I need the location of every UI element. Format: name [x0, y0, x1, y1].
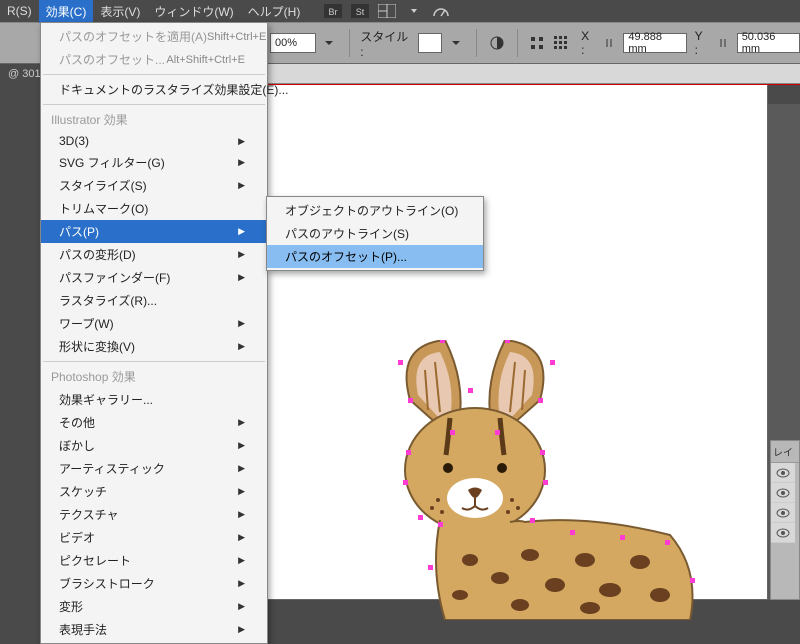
path-submenu: オブジェクトのアウトライン(O)パスのアウトライン(S)パスのオフセット(P).… — [266, 196, 484, 271]
menu-raster-settings[interactable]: ドキュメントのラスタライズ効果設定(E)... — [41, 78, 267, 101]
menu-window[interactable]: ウィンドウ(W) — [147, 0, 240, 23]
menu-item[interactable]: パスの変形(D)▶ — [41, 243, 267, 266]
style-field[interactable] — [418, 33, 442, 53]
visibility-icon[interactable] — [771, 503, 795, 523]
submenu-item[interactable]: パスのオフセット(P)... — [267, 245, 483, 268]
align-icon[interactable] — [528, 33, 548, 53]
menu-item[interactable]: その他▶ — [41, 411, 267, 434]
menu-item[interactable]: 3D(3)▶ — [41, 131, 267, 151]
menu-header-ai: Illustrator 効果 — [41, 108, 267, 131]
menu-item[interactable]: テクスチャ▶ — [41, 503, 267, 526]
menu-effect[interactable]: 効果(C) — [39, 0, 94, 23]
effect-menu: パスのオフセットを適用(A)Shift+Ctrl+E パスのオフセット...Al… — [40, 22, 268, 644]
menubar: R(S) 効果(C) 表示(V) ウィンドウ(W) ヘルプ(H) Br St — [0, 0, 800, 22]
dropdown-icon[interactable] — [403, 2, 425, 20]
menu-item[interactable]: アーティスティック▶ — [41, 457, 267, 480]
layers-panel[interactable]: レイ — [770, 440, 800, 600]
menu-item[interactable]: ビデオ▶ — [41, 526, 267, 549]
menu-item[interactable]: パス(P)▶ — [41, 220, 267, 243]
submenu-item[interactable]: パスのアウトライン(S) — [267, 222, 483, 245]
zoom-dropdown-icon[interactable] — [320, 33, 340, 53]
menu-item[interactable]: トリムマーク(O) — [41, 197, 267, 220]
y-field[interactable]: 50.036 mm — [737, 33, 800, 53]
menu-item[interactable]: 効果ギャラリー... — [41, 388, 267, 411]
menu-item[interactable]: ぼかし▶ — [41, 434, 267, 457]
menu-help[interactable]: ヘルプ(H) — [241, 0, 308, 23]
svg-text:St: St — [356, 7, 365, 17]
style-dropdown-icon[interactable] — [446, 33, 466, 53]
submenu-item[interactable]: オブジェクトのアウトライン(O) — [267, 199, 483, 222]
x-label: X : — [581, 29, 595, 57]
menu-apply-offset: パスのオフセットを適用(A)Shift+Ctrl+E — [41, 25, 267, 48]
menu-select[interactable]: R(S) — [0, 1, 39, 21]
grid-icon[interactable] — [551, 33, 571, 53]
menu-item[interactable]: 表現手法▶ — [41, 618, 267, 641]
menu-item[interactable]: スケッチ▶ — [41, 480, 267, 503]
layers-tab[interactable]: レイ — [771, 441, 799, 463]
menu-item[interactable]: SVG フィルター(G)▶ — [41, 151, 267, 174]
menu-item[interactable]: ワープ(W)▶ — [41, 312, 267, 335]
x-link-icon[interactable] — [600, 33, 620, 53]
y-label: Y : — [695, 29, 709, 57]
menu-item[interactable]: ピクセレート▶ — [41, 549, 267, 572]
gauge-icon[interactable] — [430, 2, 452, 20]
menu-offset: パスのオフセット...Alt+Shift+Ctrl+E — [41, 48, 267, 71]
menu-item[interactable]: 変形▶ — [41, 595, 267, 618]
menu-view[interactable]: 表示(V) — [93, 0, 147, 23]
br-icon[interactable]: Br — [322, 2, 344, 20]
x-field[interactable]: 49.888 mm — [623, 33, 686, 53]
selected-artwork[interactable] — [390, 340, 730, 620]
style-label: スタイル : — [360, 28, 414, 59]
layout-icon[interactable] — [376, 2, 398, 20]
menu-item[interactable]: ブラシストローク▶ — [41, 572, 267, 595]
menu-item[interactable]: 形状に変換(V)▶ — [41, 335, 267, 358]
y-link-icon[interactable] — [713, 33, 733, 53]
menu-item[interactable]: ラスタライズ(R)... — [41, 289, 267, 312]
visibility-icon[interactable] — [771, 463, 795, 483]
menu-header-ps: Photoshop 効果 — [41, 365, 267, 388]
menu-item[interactable]: スタイライズ(S)▶ — [41, 174, 267, 197]
menu-item[interactable]: パスファインダー(F)▶ — [41, 266, 267, 289]
visibility-icon[interactable] — [771, 483, 795, 503]
zoom-field[interactable]: 00% — [270, 33, 316, 53]
opacity-icon[interactable] — [487, 33, 507, 53]
st-icon[interactable]: St — [349, 2, 371, 20]
visibility-icon[interactable] — [771, 523, 795, 543]
svg-text:Br: Br — [329, 7, 338, 17]
